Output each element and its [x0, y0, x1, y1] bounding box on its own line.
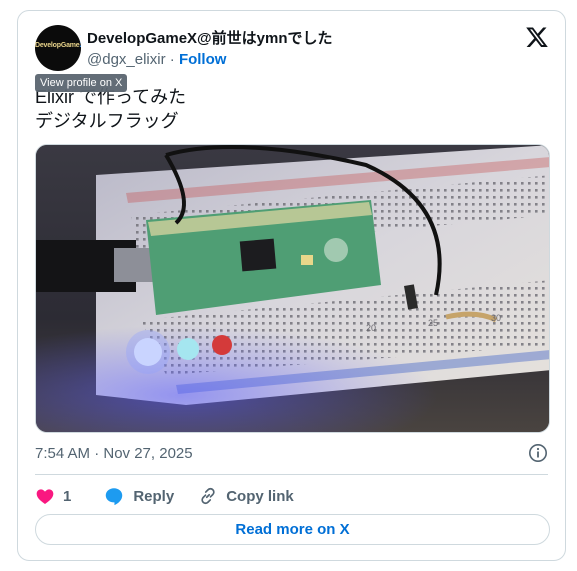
author-handle[interactable]: @dgx_elixir	[87, 51, 166, 68]
tweet-text: Elixir で作ってみた デジタルフラッグ	[35, 87, 187, 131]
breadboard-number-20: 20	[366, 323, 376, 333]
copy-link-button[interactable]: Copy link	[198, 486, 294, 506]
view-profile-tooltip: View profile on X	[35, 74, 128, 92]
read-more-button[interactable]: Read more on X	[35, 514, 550, 545]
like-button[interactable]: 1	[35, 486, 71, 506]
info-icon[interactable]	[528, 443, 548, 463]
link-icon	[198, 486, 218, 506]
like-count: 1	[63, 487, 72, 505]
follow-link[interactable]: Follow	[179, 51, 227, 68]
copy-link-label: Copy link	[226, 487, 294, 505]
author-display-name[interactable]: DevelopGameX@前世はymnでした	[87, 27, 333, 48]
avatar[interactable]: DevelopGameX	[35, 25, 81, 71]
breadboard-number-30: 30	[491, 313, 501, 323]
handle-separator: ·	[169, 51, 175, 68]
embedded-tweet-card: DevelopGameX DevelopGameX@前世はymnでした @dgx…	[17, 10, 566, 561]
reply-bubble-icon	[103, 485, 125, 507]
divider	[35, 474, 548, 475]
tweet-media-photo[interactable]: 20 25 30	[35, 144, 550, 433]
heart-icon	[35, 486, 55, 506]
author-handle-row: @dgx_elixir · Follow	[87, 51, 226, 68]
reply-label: Reply	[133, 487, 175, 505]
breadboard-number-25: 25	[428, 318, 438, 328]
tweet-actions: 1 Reply Copy link	[35, 484, 294, 508]
x-logo-icon[interactable]	[525, 25, 549, 49]
avatar-logo-text: DevelopGameX	[35, 42, 81, 49]
breadboard-photo: 20 25 30	[36, 145, 549, 432]
reply-button[interactable]: Reply	[103, 485, 174, 507]
tweet-timestamp[interactable]: 7:54 AM · Nov 27, 2025	[35, 445, 193, 462]
